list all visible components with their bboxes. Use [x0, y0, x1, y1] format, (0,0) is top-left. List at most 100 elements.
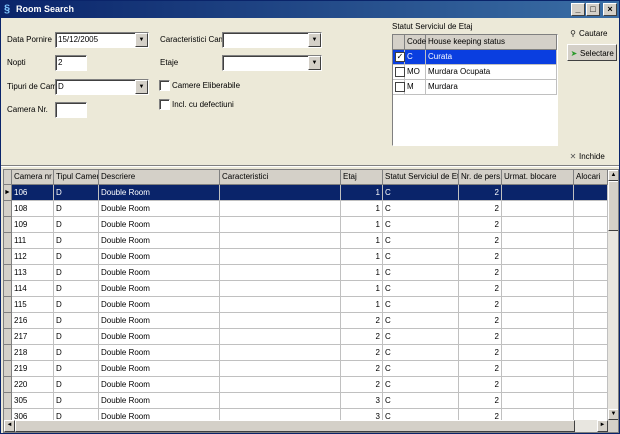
cell-etaj[interactable]: 1	[341, 265, 383, 281]
cell-descriere[interactable]: Double Room	[99, 329, 220, 345]
cell-descriere[interactable]: Double Room	[99, 297, 220, 313]
title-bar[interactable]: § Room Search _ □ ×	[1, 1, 619, 18]
cell-statut[interactable]: C	[383, 217, 459, 233]
cell-caracteristici[interactable]	[220, 281, 341, 297]
cell-tipul-camerei[interactable]: D	[54, 217, 99, 233]
camera-nr-input[interactable]	[55, 102, 87, 118]
cell-nr-pers[interactable]: 2	[459, 329, 502, 345]
results-grid[interactable]: Camera nr Tipul Camerei Descriere Caract…	[3, 169, 619, 433]
cell-camera-nr[interactable]: 108	[12, 201, 54, 217]
cell-tipul-camerei[interactable]: D	[54, 329, 99, 345]
status-checkbox[interactable]: ✓	[395, 52, 405, 62]
cell-tipul-camerei[interactable]: D	[54, 201, 99, 217]
cell-alocari[interactable]	[574, 345, 608, 361]
chevron-down-icon[interactable]: ▼	[135, 33, 148, 47]
cell-alocari[interactable]	[574, 377, 608, 393]
cell-tipul-camerei[interactable]: D	[54, 313, 99, 329]
cell-alocari[interactable]	[574, 201, 608, 217]
row-indicator[interactable]	[4, 313, 12, 329]
cell-caracteristici[interactable]	[220, 361, 341, 377]
cell-alocari[interactable]	[574, 281, 608, 297]
status-header-description[interactable]: House keeping status	[426, 35, 557, 50]
cell-nr-pers[interactable]: 2	[459, 201, 502, 217]
cell-tipul-camerei[interactable]: D	[54, 361, 99, 377]
status-row[interactable]: M Murdara	[393, 80, 557, 95]
cell-camera-nr[interactable]: 218	[12, 345, 54, 361]
cell-nr-pers[interactable]: 2	[459, 217, 502, 233]
cell-camera-nr[interactable]: 111	[12, 233, 54, 249]
status-check-cell[interactable]	[393, 80, 405, 95]
cell-statut[interactable]: C	[383, 249, 459, 265]
camere-eliberabile-checkbox[interactable]	[159, 80, 170, 91]
row-indicator[interactable]	[4, 233, 12, 249]
cell-alocari[interactable]	[574, 217, 608, 233]
cell-statut[interactable]: C	[383, 377, 459, 393]
cell-tipul-camerei[interactable]: D	[54, 393, 99, 409]
cell-urmat-blocare[interactable]	[502, 281, 574, 297]
grid-header-statut[interactable]: Statut Serviciul de Etaj	[383, 170, 459, 185]
row-indicator[interactable]	[4, 377, 12, 393]
cell-caracteristici[interactable]	[220, 329, 341, 345]
incl-defectiuni-checkbox[interactable]	[159, 99, 170, 110]
cell-camera-nr[interactable]: 106	[12, 185, 54, 201]
row-indicator[interactable]	[4, 217, 12, 233]
cell-urmat-blocare[interactable]	[502, 265, 574, 281]
status-row[interactable]: ✓ C Curata	[393, 50, 557, 65]
cell-statut[interactable]: C	[383, 281, 459, 297]
caracteristici-combo[interactable]: ▼	[222, 32, 322, 48]
grid-header-nr-pers[interactable]: Nr. de pers.	[459, 170, 502, 185]
cell-camera-nr[interactable]: 219	[12, 361, 54, 377]
scroll-left-button[interactable]: ◄	[4, 420, 15, 432]
cell-alocari[interactable]	[574, 185, 608, 201]
cell-statut[interactable]: C	[383, 329, 459, 345]
status-check-cell[interactable]	[393, 65, 405, 80]
etaje-combo[interactable]: ▼	[222, 55, 322, 71]
cell-nr-pers[interactable]: 2	[459, 313, 502, 329]
cell-etaj[interactable]: 1	[341, 249, 383, 265]
cell-urmat-blocare[interactable]	[502, 201, 574, 217]
cell-statut[interactable]: C	[383, 233, 459, 249]
cell-tipul-camerei[interactable]: D	[54, 297, 99, 313]
table-row[interactable]: 218 D Double Room 2 C 2	[4, 345, 608, 361]
cell-urmat-blocare[interactable]	[502, 313, 574, 329]
cell-alocari[interactable]	[574, 361, 608, 377]
chevron-down-icon[interactable]: ▼	[308, 56, 321, 70]
cell-descriere[interactable]: Double Room	[99, 201, 220, 217]
cell-caracteristici[interactable]	[220, 265, 341, 281]
cell-etaj[interactable]: 2	[341, 329, 383, 345]
table-row[interactable]: 114 D Double Room 1 C 2	[4, 281, 608, 297]
cell-alocari[interactable]	[574, 233, 608, 249]
cell-alocari[interactable]	[574, 297, 608, 313]
table-row[interactable]: ► 106 D Double Room 1 C 2	[4, 185, 608, 201]
cell-nr-pers[interactable]: 2	[459, 393, 502, 409]
cell-nr-pers[interactable]: 2	[459, 265, 502, 281]
cell-descriere[interactable]: Double Room	[99, 185, 220, 201]
vertical-scroll-thumb[interactable]	[608, 181, 618, 231]
grid-header-camera-nr[interactable]: Camera nr	[12, 170, 54, 185]
cell-nr-pers[interactable]: 2	[459, 361, 502, 377]
cell-etaj[interactable]: 1	[341, 201, 383, 217]
cell-descriere[interactable]: Double Room	[99, 217, 220, 233]
inchide-button[interactable]: ✕ Inchide	[567, 148, 615, 165]
cell-camera-nr[interactable]: 220	[12, 377, 54, 393]
scroll-right-button[interactable]: ►	[597, 420, 608, 432]
cell-urmat-blocare[interactable]	[502, 217, 574, 233]
cell-tipul-camerei[interactable]: D	[54, 249, 99, 265]
cell-urmat-blocare[interactable]	[502, 297, 574, 313]
cell-statut[interactable]: C	[383, 185, 459, 201]
cell-caracteristici[interactable]	[220, 297, 341, 313]
table-row[interactable]: 217 D Double Room 2 C 2	[4, 329, 608, 345]
status-checkbox[interactable]	[395, 82, 405, 92]
grid-header-urmat-blocare[interactable]: Urmat. blocare	[502, 170, 574, 185]
chevron-down-icon[interactable]: ▼	[308, 33, 321, 47]
horizontal-scrollbar[interactable]: ◄ ►	[4, 420, 608, 432]
cell-statut[interactable]: C	[383, 201, 459, 217]
cell-urmat-blocare[interactable]	[502, 249, 574, 265]
cell-nr-pers[interactable]: 2	[459, 345, 502, 361]
cell-descriere[interactable]: Double Room	[99, 361, 220, 377]
table-row[interactable]: 111 D Double Room 1 C 2	[4, 233, 608, 249]
cell-urmat-blocare[interactable]	[502, 361, 574, 377]
cell-descriere[interactable]: Double Room	[99, 345, 220, 361]
cell-camera-nr[interactable]: 216	[12, 313, 54, 329]
cell-caracteristici[interactable]	[220, 345, 341, 361]
